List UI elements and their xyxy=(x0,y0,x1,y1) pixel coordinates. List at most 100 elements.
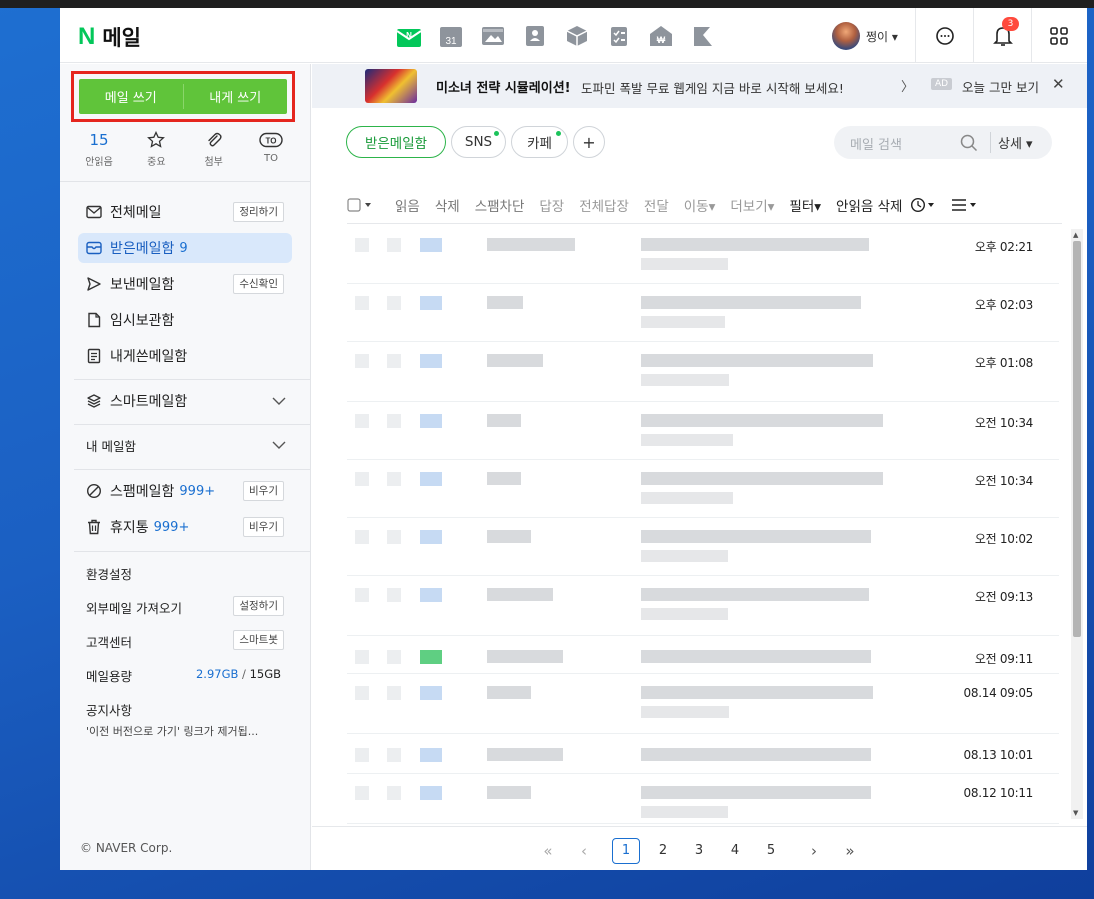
folder-drafts[interactable]: 임시보관함 xyxy=(78,305,292,335)
clock-sort-icon[interactable] xyxy=(910,197,936,213)
quick-to[interactable]: TO TO xyxy=(246,130,296,168)
import-mail-link[interactable]: 외부메일 가져오기 xyxy=(86,598,182,617)
bookmark-app-icon[interactable] xyxy=(688,22,718,50)
important-icon[interactable] xyxy=(387,414,401,428)
search-input[interactable]: 메일 검색 xyxy=(850,134,902,153)
folder-inbox[interactable]: 받은메일함 9 xyxy=(78,233,292,263)
block-spam-button[interactable]: 스팸차단 xyxy=(475,195,525,215)
more-button[interactable]: 더보기▾ xyxy=(730,195,774,215)
sender-name[interactable] xyxy=(487,472,521,485)
folder-self[interactable]: 내게쓴메일함 xyxy=(78,341,292,371)
mail-subject[interactable] xyxy=(641,686,873,699)
quick-attachment[interactable]: 첨부 xyxy=(189,130,239,168)
mail-row[interactable]: 오전 09:13 xyxy=(347,576,1059,636)
row-checkbox[interactable] xyxy=(355,588,369,602)
folder-spam[interactable]: 스팸메일함 999+ 비우기 xyxy=(78,476,292,506)
important-icon[interactable] xyxy=(387,588,401,602)
user-name-dropdown[interactable]: 쩡이 ▾ xyxy=(866,28,898,45)
read-status-icon[interactable] xyxy=(420,588,442,602)
mail-subject[interactable] xyxy=(641,354,873,367)
important-icon[interactable] xyxy=(387,296,401,310)
mail-subject[interactable] xyxy=(641,296,861,309)
mail-subject[interactable] xyxy=(641,238,869,251)
reply-button[interactable]: 답장 xyxy=(539,195,564,215)
read-status-icon[interactable] xyxy=(420,472,442,486)
smartbot-button[interactable]: 스마트봇 xyxy=(233,630,284,650)
advanced-search-button[interactable]: 상세 ▾ xyxy=(998,133,1033,152)
row-checkbox[interactable] xyxy=(355,748,369,762)
read-status-icon[interactable] xyxy=(420,296,442,310)
mark-read-button[interactable]: 읽음 xyxy=(395,195,420,215)
scrollbar[interactable]: ▲ ▼ xyxy=(1071,229,1083,819)
sender-name[interactable] xyxy=(487,354,543,367)
row-checkbox[interactable] xyxy=(355,296,369,310)
mail-subject[interactable] xyxy=(641,748,871,761)
mail-row[interactable]: 오후 02:21 xyxy=(347,226,1059,284)
dismiss-today-link[interactable]: 오늘 그만 보기 xyxy=(962,77,1039,96)
read-status-icon[interactable] xyxy=(420,748,442,762)
naver-mail-logo[interactable]: N 메일 xyxy=(78,22,141,52)
mail-row[interactable]: 08.12 10:11 xyxy=(347,774,1059,824)
important-icon[interactable] xyxy=(387,650,401,664)
read-status-icon[interactable] xyxy=(420,686,442,700)
ad-banner[interactable]: 미소녀 전략 시뮬레이션! 도파민 폭발 무료 웹게임 지금 바로 시작해 보세… xyxy=(312,64,1087,108)
mail-row[interactable]: 오전 10:34 xyxy=(347,460,1059,518)
folder-trash[interactable]: 휴지통 999+ 비우기 xyxy=(78,512,292,542)
important-icon[interactable] xyxy=(387,530,401,544)
row-checkbox[interactable] xyxy=(355,472,369,486)
important-icon[interactable] xyxy=(387,354,401,368)
organize-button[interactable]: 정리하기 xyxy=(233,202,284,222)
row-checkbox[interactable] xyxy=(355,354,369,368)
read-status-icon[interactable] xyxy=(420,238,442,252)
scrollbar-thumb[interactable] xyxy=(1073,241,1081,637)
delete-unread-button[interactable]: 안읽음 삭제 xyxy=(836,195,902,215)
sender-name[interactable] xyxy=(487,748,563,761)
page-5[interactable]: 5 xyxy=(757,838,785,864)
prev-page-button[interactable]: ‹ xyxy=(570,838,598,864)
empty-trash-button[interactable]: 비우기 xyxy=(243,517,284,537)
row-checkbox[interactable] xyxy=(355,650,369,664)
read-status-icon[interactable] xyxy=(420,354,442,368)
first-page-button[interactable]: « xyxy=(534,838,562,864)
mail-subject[interactable] xyxy=(641,588,869,601)
select-all-checkbox[interactable] xyxy=(347,197,373,212)
mail-subject[interactable] xyxy=(641,530,871,543)
scroll-up-arrow[interactable]: ▲ xyxy=(1073,231,1078,239)
read-receipt-button[interactable]: 수신확인 xyxy=(233,274,284,294)
read-status-icon[interactable] xyxy=(420,530,442,544)
row-checkbox[interactable] xyxy=(355,530,369,544)
page-1[interactable]: 1 xyxy=(612,838,640,864)
compose-mail-button[interactable]: 메일 쓰기 xyxy=(79,79,183,114)
sender-name[interactable] xyxy=(487,414,521,427)
settings-link[interactable]: 환경설정 xyxy=(86,564,132,583)
last-page-button[interactable]: » xyxy=(836,838,864,864)
forward-button[interactable]: 전달 xyxy=(644,195,669,215)
quick-important[interactable]: 중요 xyxy=(131,130,181,168)
mail-row[interactable]: 08.14 09:05 xyxy=(347,674,1059,734)
move-button[interactable]: 이동▾ xyxy=(684,195,716,215)
important-icon[interactable] xyxy=(387,472,401,486)
mail-row[interactable]: 오전 10:02 xyxy=(347,518,1059,576)
sender-name[interactable] xyxy=(487,296,523,309)
row-checkbox[interactable] xyxy=(355,786,369,800)
mail-subject[interactable] xyxy=(641,414,883,427)
contacts-app-icon[interactable] xyxy=(520,22,550,50)
page-4[interactable]: 4 xyxy=(721,838,749,864)
box-app-icon[interactable] xyxy=(562,22,592,50)
tab-cafe[interactable]: 카페 xyxy=(511,126,568,158)
close-icon[interactable]: ✕ xyxy=(1052,75,1065,93)
sender-name[interactable] xyxy=(487,786,531,799)
add-tab-button[interactable]: + xyxy=(573,126,605,158)
sender-name[interactable] xyxy=(487,686,531,699)
next-page-button[interactable]: › xyxy=(800,838,828,864)
folder-sent[interactable]: 보낸메일함 수신확인 xyxy=(78,269,292,299)
grid-menu-icon[interactable] xyxy=(1045,22,1073,50)
user-avatar[interactable] xyxy=(832,22,860,50)
sender-name[interactable] xyxy=(487,530,531,543)
tab-inbox[interactable]: 받은메일함 xyxy=(346,126,446,158)
compose-self-button[interactable]: 내게 쓰기 xyxy=(184,79,288,114)
read-status-icon[interactable] xyxy=(420,650,442,664)
mail-app-icon[interactable]: N xyxy=(394,22,424,50)
chat-icon[interactable] xyxy=(931,22,959,50)
read-status-icon[interactable] xyxy=(420,414,442,428)
